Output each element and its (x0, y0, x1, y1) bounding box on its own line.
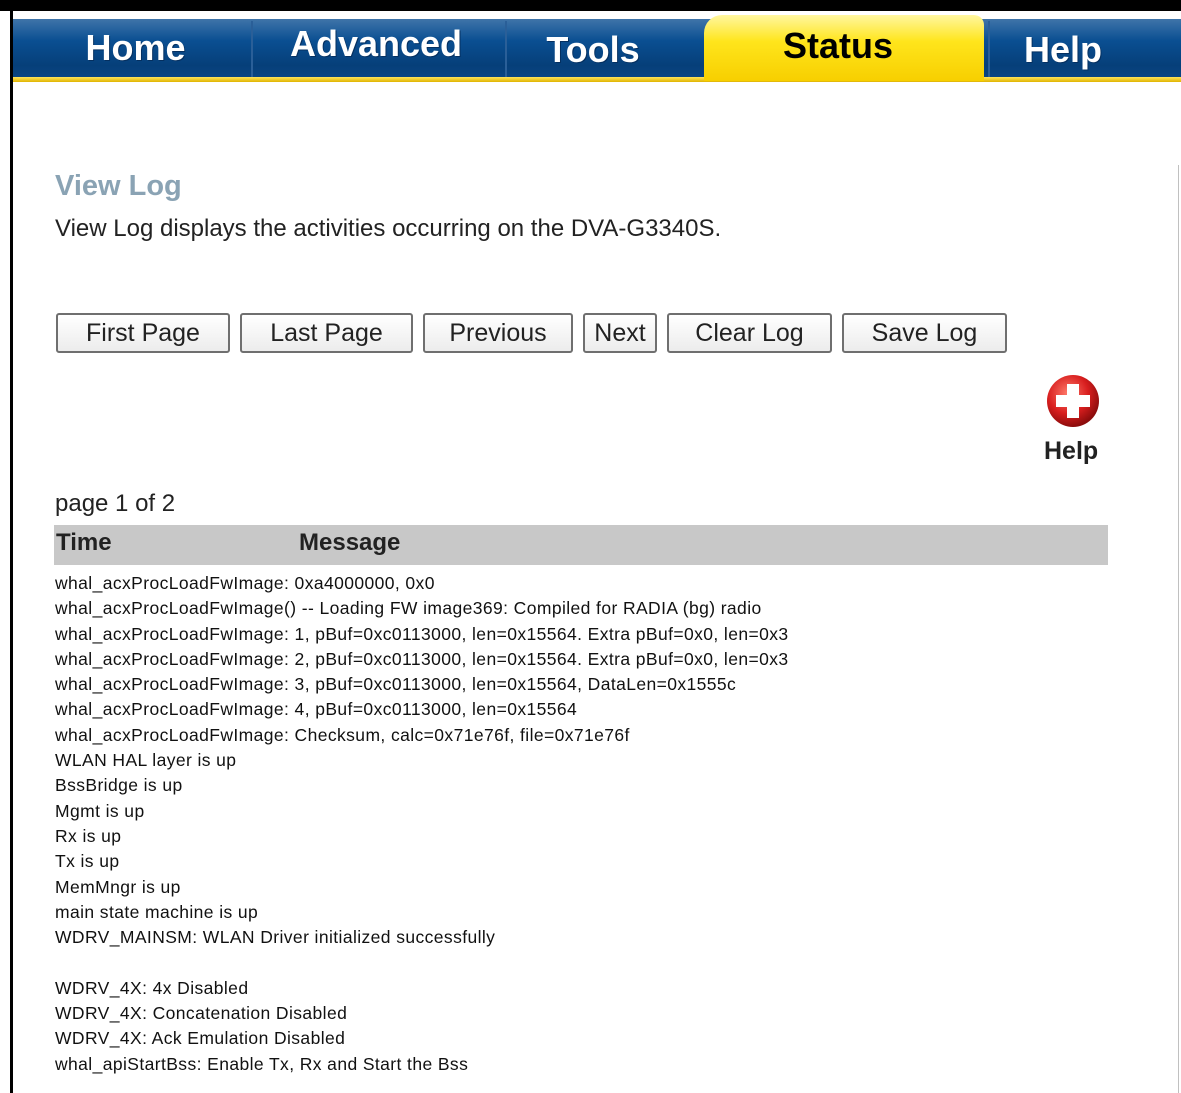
page-description: View Log displays the activities occurri… (55, 215, 722, 242)
window-frame-left (10, 0, 13, 1093)
nav-tab-bar: Home Advanced Tools Status Help (13, 11, 1181, 83)
column-header-message: Message (299, 529, 401, 556)
tab-home[interactable]: Home (33, 19, 238, 77)
page-title: View Log (55, 170, 182, 202)
tab-help[interactable]: Help (1003, 21, 1123, 79)
log-entry: MemMngr is up (55, 876, 181, 897)
help-link-label[interactable]: Help (1044, 437, 1098, 466)
log-entry: WDRV_4X: Concatenation Disabled (55, 1003, 348, 1024)
log-entry: whal_acxProcLoadFwImage: Checksum, calc=… (55, 724, 630, 745)
log-entry: whal_acxProcLoadFwImage: 1, pBuf=0xc0113… (55, 623, 789, 644)
log-entry: BssBridge is up (55, 775, 183, 796)
next-button[interactable]: Next (583, 313, 657, 353)
log-entry: whal_acxProcLoadFwImage: 0xa4000000, 0x0 (55, 573, 435, 593)
log-entry: whal_apiStartBss: Enable Tx, Rx and Star… (55, 1053, 469, 1074)
window-frame-top (0, 0, 1181, 11)
log-entry: WDRV_4X: Ack Emulation Disabled (55, 1028, 346, 1049)
tab-advanced[interactable]: Advanced (261, 15, 491, 73)
clear-log-button[interactable]: Clear Log (667, 313, 832, 353)
log-entry: WDRV_4X: 4x Disabled (55, 977, 249, 998)
log-entry-blank (55, 950, 1105, 975)
page-indicator: page 1 of 2 (55, 490, 176, 517)
content-right-border (1178, 165, 1179, 1093)
log-entries: whal_acxProcLoadFwImage: 0xa4000000, 0x0… (55, 571, 1105, 1077)
log-entry: whal_acxProcLoadFwImage() -- Loading FW … (55, 598, 762, 619)
save-log-button[interactable]: Save Log (842, 313, 1007, 353)
log-table-header: Time Message (54, 525, 1108, 565)
log-entry: Tx is up (55, 851, 120, 872)
log-entry: whal_acxProcLoadFwImage: 4, pBuf=0xc0113… (55, 699, 578, 720)
column-header-time: Time (56, 529, 112, 556)
plus-circle-icon[interactable] (1045, 373, 1101, 429)
tab-separator (251, 21, 253, 77)
log-entry: WLAN HAL layer is up (55, 750, 237, 771)
previous-button[interactable]: Previous (423, 313, 573, 353)
log-entry: whal_acxProcLoadFwImage: 2, pBuf=0xc0113… (55, 648, 789, 669)
log-entry: Rx is up (55, 825, 122, 846)
log-entry: main state machine is up (55, 901, 259, 922)
tab-separator (988, 21, 990, 77)
log-entry: whal_acxProcLoadFwImage: 3, pBuf=0xc0113… (55, 674, 737, 695)
tab-status[interactable]: Status (743, 17, 933, 75)
first-page-button[interactable]: First Page (56, 313, 230, 353)
last-page-button[interactable]: Last Page (240, 313, 413, 353)
log-entry: Mgmt is up (55, 800, 145, 821)
log-entry: WDRV_MAINSM: WLAN Driver initialized suc… (55, 927, 496, 948)
tab-separator (505, 21, 507, 77)
tab-tools[interactable]: Tools (518, 21, 668, 79)
